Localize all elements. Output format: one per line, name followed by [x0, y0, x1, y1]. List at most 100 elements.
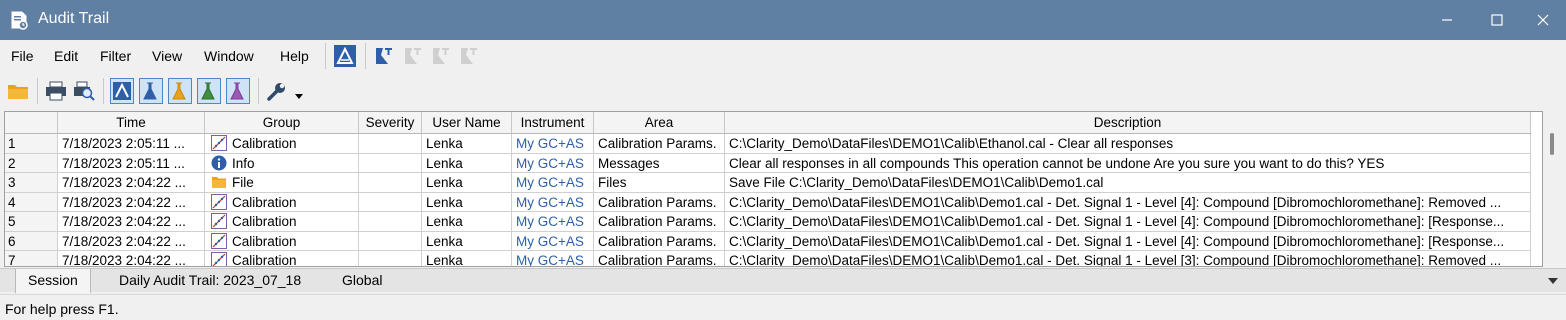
- row-index: 7: [5, 251, 58, 266]
- row-area: Calibration Params.: [594, 212, 725, 232]
- row-severity: [359, 134, 422, 154]
- row-instrument: My GC+AS: [512, 212, 594, 232]
- open-button[interactable]: [6, 78, 30, 104]
- flask-orange-icon: [172, 82, 186, 100]
- column-header-group[interactable]: Group: [205, 112, 359, 134]
- audit-trail-table: Time Group Severity User Name Instrument…: [4, 111, 1543, 267]
- row-user-name: Lenka: [422, 134, 512, 154]
- table-row[interactable]: 3 7/18/2023 2:04:22 ... File Lenka My GC+AS F…: [5, 173, 1542, 193]
- row-user-name: Lenka: [422, 173, 512, 193]
- settings-dropdown-button[interactable]: [291, 78, 307, 104]
- print-preview-button[interactable]: [72, 78, 96, 104]
- menu-file[interactable]: File: [11, 48, 34, 64]
- filter-logo-toggle[interactable]: [110, 78, 134, 104]
- row-group-label: Calibration: [232, 136, 297, 151]
- table-row[interactable]: 2 7/18/2023 2:05:11 ... Info Lenka My GC+AS M…: [5, 153, 1542, 173]
- row-group-label: Calibration: [232, 214, 297, 229]
- row-instrument: My GC+AS: [512, 173, 594, 193]
- menu-filter[interactable]: Filter: [100, 48, 131, 64]
- column-header-user-name[interactable]: User Name: [422, 112, 512, 134]
- table-row[interactable]: 4 7/18/2023 2:04:22 ... Calibration Lenka My…: [5, 192, 1542, 212]
- toolbar-separator: [103, 78, 104, 104]
- row-index: 3: [5, 173, 58, 193]
- row-instrument: My GC+AS: [512, 231, 594, 251]
- filter-blue-toggle[interactable]: [139, 78, 163, 104]
- table-row[interactable]: 7 7/18/2023 2:04:22 ... Calibration Lenka My…: [5, 251, 1542, 266]
- minimize-button[interactable]: [1424, 0, 1470, 40]
- row-index: 6: [5, 231, 58, 251]
- column-header-severity[interactable]: Severity: [359, 112, 422, 134]
- maximize-icon: [1491, 14, 1503, 26]
- row-instrument: My GC+AS: [512, 251, 594, 266]
- method-flask-disabled-icon: [433, 48, 449, 64]
- row-area: Messages: [594, 153, 725, 173]
- row-time: 7/18/2023 2:05:11 ...: [58, 134, 205, 154]
- maximize-button[interactable]: [1474, 0, 1520, 40]
- tab-session[interactable]: Session: [15, 269, 91, 293]
- row-group-label: Calibration: [232, 194, 297, 210]
- toolbar-separator: [258, 78, 259, 104]
- calibration-icon: [211, 213, 227, 229]
- folder-icon: [212, 177, 226, 188]
- row-severity: [359, 192, 422, 212]
- status-text: For help press F1.: [5, 301, 119, 317]
- method-flask-disabled-icon: [461, 48, 477, 64]
- row-area: Calibration Params.: [594, 192, 725, 212]
- row-area: Calibration Params.: [594, 231, 725, 251]
- toolbar: [0, 72, 1566, 110]
- clarity-logo-icon[interactable]: [334, 45, 356, 67]
- row-instrument: My GC+AS: [512, 134, 594, 154]
- scrollbar-thumb[interactable]: [1550, 133, 1554, 155]
- filter-green-toggle[interactable]: [197, 78, 221, 104]
- row-index: 1: [5, 134, 58, 154]
- status-bar: For help press F1.: [0, 294, 1566, 320]
- filter-purple-toggle[interactable]: [226, 78, 250, 104]
- menu-window[interactable]: Window: [204, 48, 254, 64]
- row-group-label: Info: [232, 155, 255, 171]
- row-description: C:\Clarity_Demo\DataFiles\DEMO1\Calib\De…: [725, 192, 1531, 212]
- menu-edit[interactable]: Edit: [54, 48, 78, 64]
- menu-help[interactable]: Help: [280, 48, 309, 64]
- row-severity: [359, 212, 422, 232]
- row-user-name: Lenka: [422, 192, 512, 212]
- table-row[interactable]: 1 7/18/2023 2:05:11 ... Calibration Lenka My…: [5, 134, 1542, 154]
- row-time: 7/18/2023 2:04:22 ...: [58, 192, 205, 212]
- calibration-icon: [211, 135, 227, 151]
- printer-icon: [46, 81, 66, 101]
- close-button[interactable]: [1520, 0, 1566, 40]
- column-header-description[interactable]: Description: [725, 112, 1531, 134]
- row-instrument: My GC+AS: [512, 192, 594, 212]
- menu-separator: [365, 43, 366, 69]
- menu-view[interactable]: View: [152, 48, 182, 64]
- title-bar: Audit Trail: [0, 0, 1566, 40]
- column-header-index[interactable]: [5, 112, 58, 134]
- calibration-icon: [211, 193, 227, 210]
- flask-green-icon: [201, 82, 215, 100]
- row-group-label: Calibration: [232, 233, 297, 249]
- vertical-scrollbar[interactable]: [1543, 111, 1562, 267]
- row-area: Files: [594, 173, 725, 193]
- row-description: C:\Clarity_Demo\DataFiles\DEMO1\Calib\Et…: [725, 134, 1531, 154]
- filter-orange-toggle[interactable]: [168, 78, 192, 104]
- row-time: 7/18/2023 2:04:22 ...: [58, 212, 205, 232]
- row-group: Calibration: [205, 192, 359, 212]
- column-header-time[interactable]: Time: [58, 112, 205, 134]
- method-flask-icon[interactable]: [373, 45, 395, 67]
- clarity-filter-icon: [113, 82, 131, 100]
- table-row[interactable]: 5 7/18/2023 2:04:22 ... Calibration Lenka My…: [5, 212, 1542, 232]
- column-header-instrument[interactable]: Instrument: [512, 112, 594, 134]
- row-area: Calibration Params.: [594, 134, 725, 154]
- settings-button[interactable]: [265, 78, 289, 104]
- tab-global[interactable]: Global: [330, 269, 394, 293]
- table-header: Time Group Severity User Name Instrument…: [5, 112, 1542, 134]
- row-severity: [359, 251, 422, 266]
- tab-daily-audit-trail[interactable]: Daily Audit Trail: 2023_07_18: [107, 269, 313, 293]
- row-group: Calibration: [205, 231, 359, 251]
- row-description: C:\Clarity_Demo\DataFiles\DEMO1\Calib\De…: [725, 251, 1531, 266]
- print-button[interactable]: [44, 78, 68, 104]
- table-row[interactable]: 6 7/18/2023 2:04:22 ... Calibration Lenka My…: [5, 231, 1542, 251]
- tabs-dropdown-icon[interactable]: [1548, 278, 1558, 284]
- row-description: C:\Clarity_Demo\DataFiles\DEMO1\Calib\De…: [725, 231, 1531, 251]
- column-header-area[interactable]: Area: [594, 112, 725, 134]
- menu-separator: [325, 43, 326, 69]
